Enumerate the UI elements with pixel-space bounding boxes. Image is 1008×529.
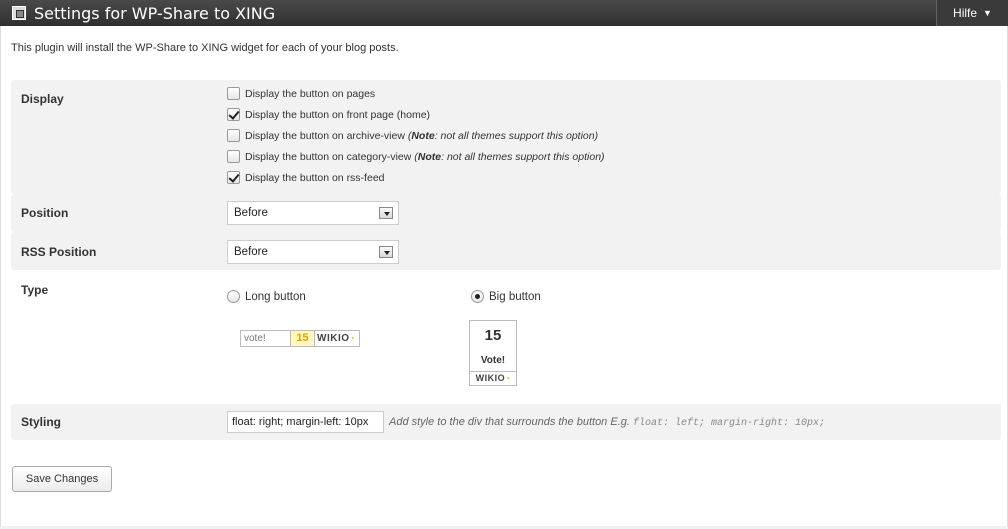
type-long-option[interactable]: Long button — [227, 290, 306, 303]
category-view-note: (Note: not all themes support this optio… — [411, 150, 605, 163]
option-archive-view-label: Display the button on archive-view — [245, 129, 405, 142]
dropdown-arrow-icon[interactable] — [379, 246, 393, 258]
wikio-rss-icon: ◔ — [349, 334, 355, 343]
intro-text: This plugin will install the WP-Share to… — [11, 42, 399, 54]
checkbox-front-page[interactable] — [227, 108, 240, 121]
checkbox-pages[interactable] — [227, 87, 240, 100]
radio-long-button[interactable] — [227, 290, 240, 303]
option-front-page-label: Display the button on front page (home) — [245, 108, 431, 121]
checkbox-category-view[interactable] — [227, 150, 240, 163]
long-button-preview: vote! 15 WIKIO◔ — [227, 320, 373, 356]
checkbox-archive-view[interactable] — [227, 129, 240, 142]
long-button-label: Long button — [245, 290, 306, 303]
archive-note-bold: Note — [411, 129, 435, 142]
rss-position-label: RSS Position — [21, 245, 97, 259]
rss-position-row: RSS Position — [11, 232, 1001, 270]
big-preview-count: 15 — [484, 327, 502, 344]
position-row: Position — [11, 194, 1001, 232]
styling-help-example: float: left; margin-right: 10px; — [633, 418, 826, 429]
styling-input[interactable] — [227, 411, 384, 433]
page-header: Settings for WP-Share to XING Hilfe ▼ — [0, 0, 1008, 26]
option-category-view-label: Display the button on category-view — [245, 150, 412, 163]
archive-view-note: (Note: not all themes support this optio… — [404, 129, 599, 142]
help-tab[interactable]: Hilfe ▼ — [936, 0, 1008, 26]
option-category-view[interactable]: Display the button on category-view (Not… — [227, 150, 605, 163]
option-archive-view[interactable]: Display the button on archive-view (Note… — [227, 129, 598, 142]
option-rss-feed[interactable]: Display the button on rss-feed — [227, 171, 385, 184]
styling-label: Styling — [21, 415, 62, 429]
help-tab-label: Hilfe — [953, 6, 978, 20]
checkbox-rss-feed[interactable] — [227, 171, 240, 184]
long-preview-brand: WIKIO◔ — [315, 331, 359, 346]
option-rss-feed-label: Display the button on rss-feed — [245, 171, 385, 184]
long-preview-brand-text: WIKIO — [317, 333, 350, 344]
big-preview-brand: WIKIO◔ — [470, 371, 516, 385]
position-label: Position — [21, 206, 69, 220]
settings-app-icon — [12, 6, 26, 20]
big-button-preview: 15 Vote! WIKIO◔ — [469, 320, 517, 386]
wikio-rss-icon: ◔ — [505, 374, 511, 383]
rss-position-select-value: Before — [234, 246, 268, 258]
type-big-option[interactable]: Big button — [471, 290, 541, 303]
long-button-box: vote! 15 WIKIO◔ — [240, 330, 360, 347]
long-preview-count: 15 — [291, 331, 315, 346]
category-note-rest: : not all themes support this option — [441, 150, 602, 163]
save-changes-button[interactable]: Save Changes — [12, 466, 112, 492]
styling-help-text: Add style to the div that surrounds the … — [389, 416, 630, 428]
display-label: Display — [21, 92, 64, 106]
dropdown-arrow-icon[interactable] — [379, 207, 393, 219]
settings-content: This plugin will install the WP-Share to… — [0, 26, 1008, 526]
category-note-bold: Note — [417, 150, 442, 163]
position-select[interactable]: Before — [227, 201, 399, 225]
long-preview-vote: vote! — [241, 331, 291, 346]
option-front-page[interactable]: Display the button on front page (home) — [227, 108, 430, 121]
option-pages[interactable]: Display the button on pages — [227, 87, 375, 100]
big-button-label: Big button — [489, 290, 541, 303]
archive-note-rest: : not all themes support this option — [434, 129, 595, 142]
big-preview-brand-text: WIKIO — [475, 373, 506, 383]
big-preview-vote: Vote! — [480, 355, 506, 366]
radio-big-button[interactable] — [471, 290, 484, 303]
position-select-value: Before — [234, 207, 268, 219]
rss-position-select[interactable]: Before — [227, 240, 399, 264]
styling-help: Add style to the div that surrounds the … — [389, 416, 825, 429]
option-pages-label: Display the button on pages — [245, 87, 376, 100]
page-title: Settings for WP-Share to XING — [34, 3, 276, 23]
type-label: Type — [21, 283, 49, 297]
chevron-down-icon: ▼ — [983, 8, 992, 18]
